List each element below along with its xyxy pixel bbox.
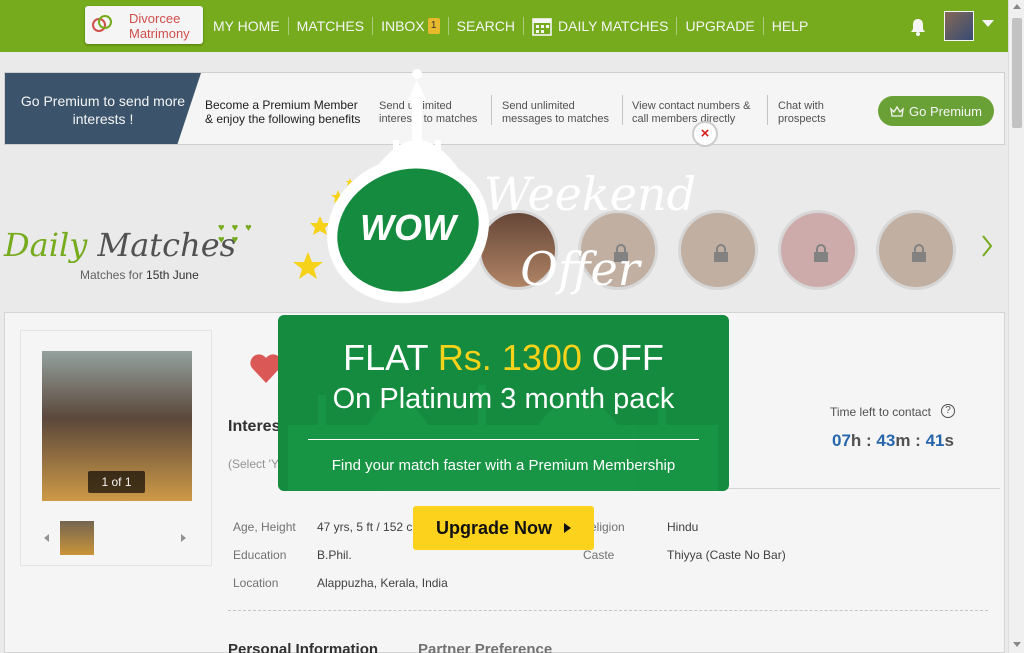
- play-arrow-icon: [564, 523, 571, 533]
- offer-headline: FLAT Rs. 1300 OFF: [278, 337, 729, 379]
- scroll-up-arrow-icon[interactable]: [1013, 4, 1021, 9]
- page-scrollbar[interactable]: [1008, 0, 1024, 653]
- offer-price: Rs. 1300: [437, 337, 582, 378]
- upgrade-now-label: Upgrade Now: [435, 517, 552, 538]
- offer-off-text: OFF: [581, 337, 664, 378]
- offer-tagline: Find your match faster with a Premium Me…: [331, 457, 676, 474]
- offer-word-text: Offer: [520, 242, 643, 296]
- close-modal-button[interactable]: ×: [692, 121, 718, 147]
- offer-flat-text: FLAT: [343, 337, 438, 378]
- offer-divider: [308, 439, 699, 440]
- scroll-down-arrow-icon[interactable]: [1013, 642, 1021, 647]
- scrollbar-thumb[interactable]: [1012, 18, 1022, 128]
- offer-panel: FLAT Rs. 1300 OFF On Platinum 3 month pa…: [278, 315, 729, 491]
- weekend-offer-graphic: WOW Weekend Offer: [293, 69, 696, 304]
- wow-badge-text: WOW: [360, 207, 459, 248]
- upgrade-now-button[interactable]: Upgrade Now: [413, 506, 594, 550]
- weekend-text: Weekend: [484, 167, 696, 221]
- offer-pack-text: On Platinum 3 month pack: [332, 383, 675, 415]
